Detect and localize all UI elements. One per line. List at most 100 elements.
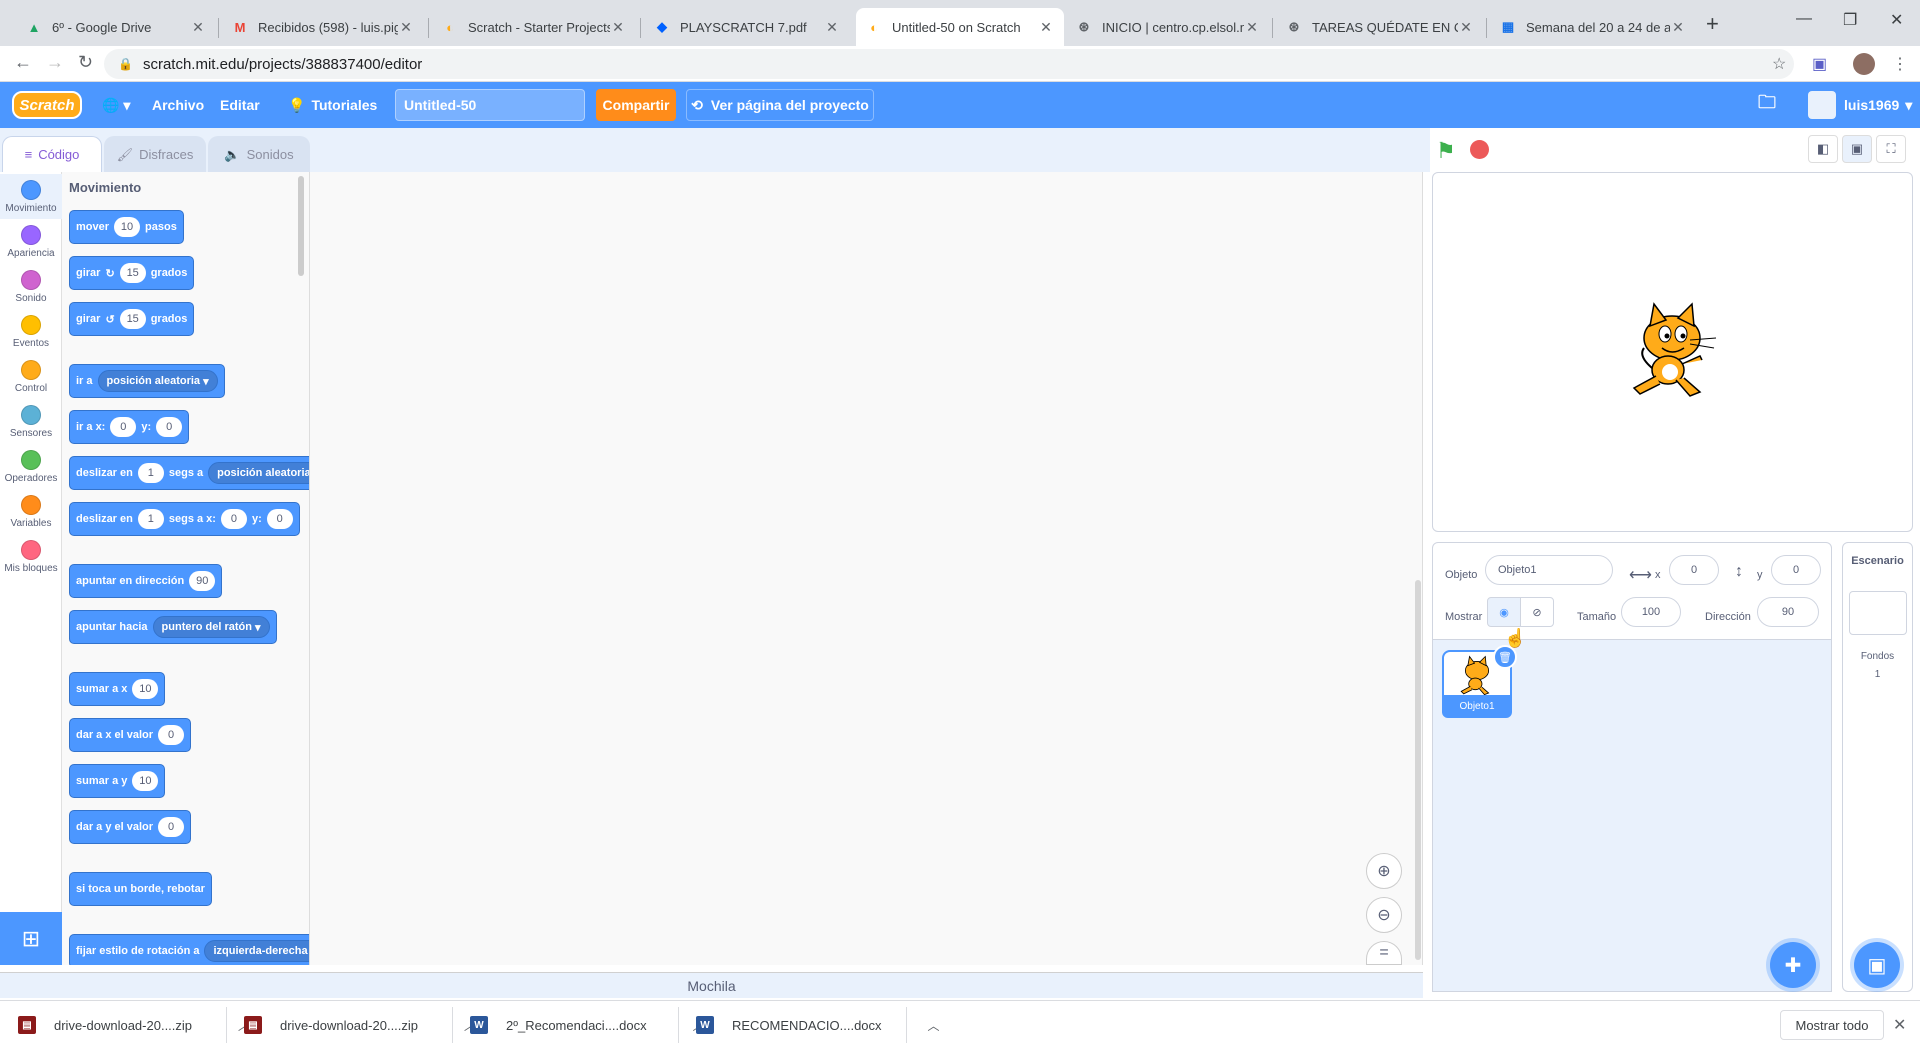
green-flag-icon[interactable]: ⚑ xyxy=(1436,138,1456,164)
category-sonido[interactable]: Sonido xyxy=(0,264,62,309)
user-menu[interactable]: luis1969 ▾ xyxy=(1808,89,1912,121)
browser-tab[interactable]: ⊛ TAREAS QUÉDATE EN CASA ✕ xyxy=(1276,8,1484,46)
see-project-page-button[interactable]: ⟲ Ver página del proyecto xyxy=(686,89,874,121)
menu-tutoriales[interactable]: 💡 Tutoriales xyxy=(288,82,377,128)
block-input[interactable]: 0 xyxy=(158,725,185,745)
block-deslizar-xy[interactable]: deslizar en 1 segs a x: 0 y: 0 xyxy=(69,502,300,536)
browser-tab[interactable]: ▦ Semana del 20 a 24 de abril ✕ xyxy=(1490,8,1696,46)
close-tab-icon[interactable]: ✕ xyxy=(398,19,414,36)
block-dropdown[interactable]: puntero del ratón ▾ xyxy=(152,616,270,638)
add-extension-button[interactable]: ⊞ xyxy=(0,912,62,965)
block-dar-y[interactable]: dar a y el valor 0 xyxy=(69,810,192,844)
close-tab-icon[interactable]: ✕ xyxy=(1244,19,1260,36)
backpack-bar[interactable]: Mochila xyxy=(0,972,1423,998)
small-stage-icon[interactable]: ◧ xyxy=(1808,135,1838,163)
category-variables[interactable]: Variables xyxy=(0,489,62,534)
block-mover-pasos[interactable]: mover 10 pasos xyxy=(69,210,184,244)
download-item[interactable]: ▤ drive-download-20....zip ︿ xyxy=(244,1001,476,1049)
close-tab-icon[interactable]: ✕ xyxy=(190,19,206,36)
menu-kebab-icon[interactable]: ⋮ xyxy=(1892,54,1908,74)
close-tab-icon[interactable]: ✕ xyxy=(1670,19,1686,36)
block-girar-derecha[interactable]: girar ↻ 15 grados xyxy=(69,256,195,290)
zoom-out-icon[interactable]: ⊖ xyxy=(1366,897,1402,933)
block-dropdown[interactable]: posición aleatoria ▾ xyxy=(208,462,309,484)
category-movimiento[interactable]: Movimiento xyxy=(0,174,62,219)
category-mis-bloques[interactable]: Mis bloques xyxy=(0,534,62,579)
tab-disfraces[interactable]: 🖌 Disfraces xyxy=(104,136,206,172)
category-control[interactable]: Control xyxy=(0,354,62,399)
language-icon[interactable]: 🌐 ▾ xyxy=(102,82,130,128)
block-estilo-rotacion[interactable]: fijar estilo de rotación a izquierda-dere… xyxy=(69,934,309,965)
add-backdrop-button[interactable]: ▣ xyxy=(1854,942,1900,988)
block-ir-a-xy[interactable]: ir a x: 0 y: 0 xyxy=(69,410,190,444)
code-workspace[interactable] xyxy=(310,172,1423,965)
browser-tab[interactable]: ⊛ INICIO | centro.cp.elsol.mad ✕ xyxy=(1066,8,1270,46)
y-input[interactable]: 0 xyxy=(1771,555,1821,585)
block-deslizar-a[interactable]: deslizar en 1 segs a posición aleatoria ▾ xyxy=(69,456,309,490)
block-apuntar-hacia[interactable]: apuntar hacia puntero del ratón ▾ xyxy=(69,610,277,644)
block-input[interactable]: 90 xyxy=(189,571,216,591)
close-tab-icon[interactable]: ✕ xyxy=(1038,19,1054,36)
bookmark-star-icon[interactable]: ☆ xyxy=(1772,54,1786,74)
sprite-name-input[interactable]: Objeto1 xyxy=(1485,555,1613,585)
block-sumar-x[interactable]: sumar a x 10 xyxy=(69,672,166,706)
hide-eye-icon[interactable]: ⊘ xyxy=(1520,597,1554,627)
chevron-up-icon[interactable]: ︿ xyxy=(928,1017,940,1034)
x-input[interactable]: 0 xyxy=(1669,555,1719,585)
download-item[interactable]: W RECOMENDACIO....docx ︿ xyxy=(696,1001,940,1049)
block-input[interactable]: 10 xyxy=(132,771,159,791)
block-input[interactable]: 10 xyxy=(114,217,141,237)
backdrop-thumbnail[interactable] xyxy=(1849,591,1907,635)
browser-tab[interactable]: ◐ Scratch - Starter Projects ✕ xyxy=(432,8,636,46)
block-input[interactable]: 10 xyxy=(132,679,159,699)
close-tab-icon[interactable]: ✕ xyxy=(1458,19,1474,36)
palette-scrollbar[interactable] xyxy=(298,176,304,276)
block-input[interactable]: 1 xyxy=(137,463,164,483)
category-apariencia[interactable]: Apariencia xyxy=(0,219,62,264)
block-input[interactable]: 15 xyxy=(119,263,146,283)
fullscreen-icon[interactable]: ⛶ xyxy=(1876,135,1906,163)
show-all-downloads-button[interactable]: Mostrar todo xyxy=(1780,1010,1884,1040)
add-sprite-button[interactable]: ✚ xyxy=(1770,942,1816,988)
menu-editar[interactable]: Editar xyxy=(220,82,260,128)
block-girar-izquierda[interactable]: girar ↺ 15 grados xyxy=(69,302,195,336)
workspace-scrollbar[interactable] xyxy=(1415,580,1421,960)
block-input[interactable]: 0 xyxy=(266,509,293,529)
size-input[interactable]: 100 xyxy=(1621,597,1681,627)
download-item[interactable]: ▤ drive-download-20....zip ︿ xyxy=(18,1001,250,1049)
block-input[interactable]: 0 xyxy=(110,417,137,437)
block-input[interactable]: 0 xyxy=(158,817,185,837)
scratch-logo[interactable]: Scratch xyxy=(12,91,82,119)
url-field[interactable]: 🔒 scratch.mit.edu/projects/388837400/edi… xyxy=(104,49,1794,79)
close-window-icon[interactable]: ✕ xyxy=(1890,10,1903,30)
block-ir-a[interactable]: ir a posición aleatoria ▾ xyxy=(69,364,225,398)
block-dropdown[interactable]: posición aleatoria ▾ xyxy=(97,370,218,392)
restore-icon[interactable]: ❐ xyxy=(1843,10,1857,30)
browser-tab[interactable]: ◆ PLAYSCRATCH 7.pdf ✕ xyxy=(644,8,850,46)
stage-selector-panel[interactable]: Escenario Fondos 1 xyxy=(1842,542,1913,992)
teams-extension-icon[interactable]: ▣ xyxy=(1812,54,1827,74)
minimize-icon[interactable]: — xyxy=(1796,10,1812,28)
reload-icon[interactable]: ↻ xyxy=(78,52,93,73)
my-stuff-folder-icon[interactable]: 🗀 xyxy=(1758,82,1776,128)
category-eventos[interactable]: Eventos xyxy=(0,309,62,354)
normal-stage-icon[interactable]: ▣ xyxy=(1842,135,1872,163)
block-sumar-y[interactable]: sumar a y 10 xyxy=(69,764,166,798)
close-tab-icon[interactable]: ✕ xyxy=(824,19,840,36)
category-operadores[interactable]: Operadores xyxy=(0,444,62,489)
block-input[interactable]: 0 xyxy=(156,417,183,437)
forward-icon[interactable]: → xyxy=(46,52,64,73)
show-eye-icon[interactable]: ◉ xyxy=(1487,597,1521,627)
project-title-input[interactable]: Untitled-50 xyxy=(395,89,585,121)
browser-tab[interactable]: ▲ 6º - Google Drive ✕ xyxy=(16,8,216,46)
block-dar-x[interactable]: dar a x el valor 0 xyxy=(69,718,192,752)
block-input[interactable]: 0 xyxy=(220,509,247,529)
browser-tab-active[interactable]: ◐ Untitled-50 on Scratch ✕ xyxy=(856,8,1064,46)
browser-tab[interactable]: M Recibidos (598) - luis.pigle: ✕ xyxy=(222,8,424,46)
category-sensores[interactable]: Sensores xyxy=(0,399,62,444)
stop-icon[interactable] xyxy=(1470,140,1489,159)
zoom-in-icon[interactable]: ⊕ xyxy=(1366,853,1402,889)
direction-input[interactable]: 90 xyxy=(1757,597,1819,627)
close-downloads-icon[interactable]: ✕ xyxy=(1893,1015,1906,1035)
download-item[interactable]: W 2º_Recomendaci....docx ︿ xyxy=(470,1001,705,1049)
